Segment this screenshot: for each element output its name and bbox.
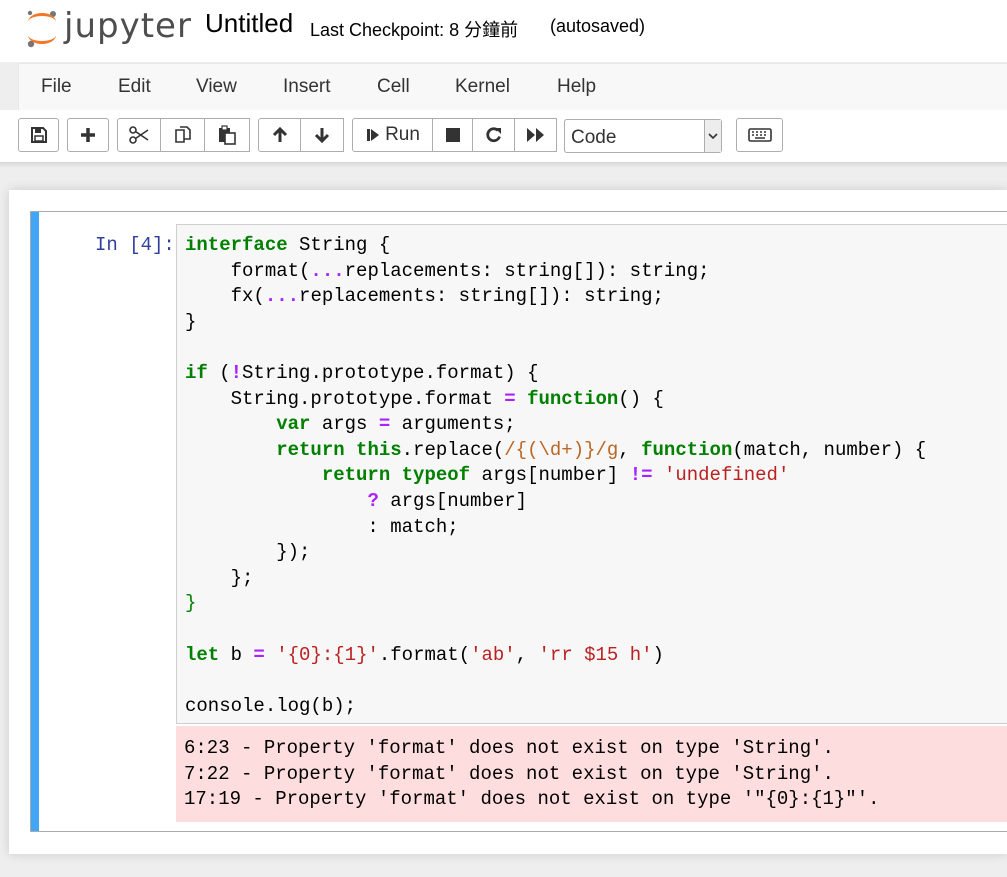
toolbar: Run Code — [0, 110, 1007, 162]
cell-selection-bar — [31, 212, 39, 831]
menu-edit[interactable]: Edit — [118, 76, 151, 98]
input-prompt: In [4]: — [95, 234, 175, 256]
save-button[interactable] — [18, 118, 59, 152]
menu-kernel[interactable]: Kernel — [455, 76, 510, 98]
code-line: return typeof args[number] != 'undefined… — [321, 464, 790, 487]
error-text: 6:23 - Property 'format' does not exist … — [184, 736, 880, 813]
code-line: interface String { — [185, 234, 391, 256]
code-line: ? args[number] — [367, 489, 528, 512]
insert-cell-button[interactable] — [67, 118, 109, 152]
restart-icon — [485, 127, 501, 143]
code-line: format(...replacements: string[]): strin… — [185, 259, 710, 282]
code-line: if (!String.prototype.format) { — [185, 361, 539, 384]
restart-button[interactable] — [473, 118, 515, 152]
menu-help[interactable]: Help — [557, 76, 596, 98]
code-line: }); — [185, 541, 311, 564]
error-line: 6:23 - Property 'format' does not exist … — [184, 737, 834, 759]
cell-type-value: Code — [571, 127, 617, 148]
plus-icon — [81, 128, 95, 142]
error-line: 17:19 - Property 'format' does not exist… — [184, 788, 880, 811]
save-icon — [30, 127, 47, 143]
error-output: 6:23 - Property 'format' does not exist … — [176, 726, 1007, 822]
error-line: 7:22 - Property 'format' does not exist … — [184, 762, 834, 785]
code-cell[interactable]: In [4]: interface String { format(...rep… — [30, 211, 1007, 832]
jupyter-logo[interactable]: jupyter — [24, 6, 191, 48]
code-line: }; — [185, 566, 254, 589]
code-content[interactable]: interface String { format(...replacement… — [185, 233, 926, 719]
jupyter-logo-icon — [27, 10, 56, 48]
keyboard-icon — [747, 128, 772, 142]
paste-icon — [219, 125, 236, 145]
code-line: return this.replace(/{(\d+)}/g, function… — [276, 438, 927, 461]
code-line: let b = '{0}:{1}'.format('ab', 'rr $15 h… — [185, 643, 664, 666]
copy-icon — [174, 126, 191, 143]
interrupt-button[interactable] — [433, 118, 473, 152]
code-line: fx(...replacements: string[]): string; — [185, 285, 664, 308]
cell-type-select[interactable]: Code — [564, 119, 722, 153]
chevron-down-icon — [704, 120, 721, 152]
notebook-header: jupyter Untitled Last Checkpoint: 8 分鐘前 … — [0, 0, 1007, 62]
toolbar-shadow — [0, 162, 1007, 168]
stop-icon — [445, 128, 460, 142]
move-down-button[interactable] — [301, 118, 344, 152]
code-editor[interactable]: interface String { format(...replacement… — [176, 224, 1007, 724]
move-up-button[interactable] — [258, 118, 301, 152]
menu-cell[interactable]: Cell — [377, 76, 410, 98]
copy-button[interactable] — [161, 118, 205, 152]
notebook-container: In [4]: interface String { format(...rep… — [9, 190, 1007, 854]
code-line: var args = arguments; — [276, 413, 516, 436]
logo-text: jupyter — [64, 6, 192, 46]
arrow-down-icon — [314, 128, 330, 144]
paste-button[interactable] — [205, 118, 250, 152]
menu-insert[interactable]: Insert — [283, 76, 331, 98]
fast-forward-icon — [526, 128, 544, 142]
code-line: console.log(b); — [185, 694, 357, 717]
code-line: } — [185, 592, 197, 615]
run-button[interactable]: Run — [352, 118, 433, 152]
run-label: Run — [385, 124, 420, 145]
autosave-status: (autosaved) — [550, 16, 646, 36]
cut-button[interactable] — [117, 118, 161, 152]
arrow-up-icon — [272, 126, 287, 142]
notebook-title[interactable]: Untitled — [205, 8, 293, 39]
menu-view[interactable]: View — [196, 76, 237, 98]
menu-file[interactable]: File — [41, 76, 72, 98]
command-palette-button[interactable] — [736, 118, 783, 152]
menubar: File Edit View Insert Cell Kernel Help — [18, 63, 1007, 111]
code-line: String.prototype.format = function() { — [185, 387, 664, 410]
step-forward-icon — [367, 129, 380, 141]
checkpoint-status: Last Checkpoint: 8 分鐘前 — [310, 20, 519, 40]
restart-run-all-button[interactable] — [515, 118, 557, 152]
code-line: } — [185, 310, 197, 333]
code-line: : match; — [185, 515, 459, 538]
cut-icon — [129, 126, 149, 144]
